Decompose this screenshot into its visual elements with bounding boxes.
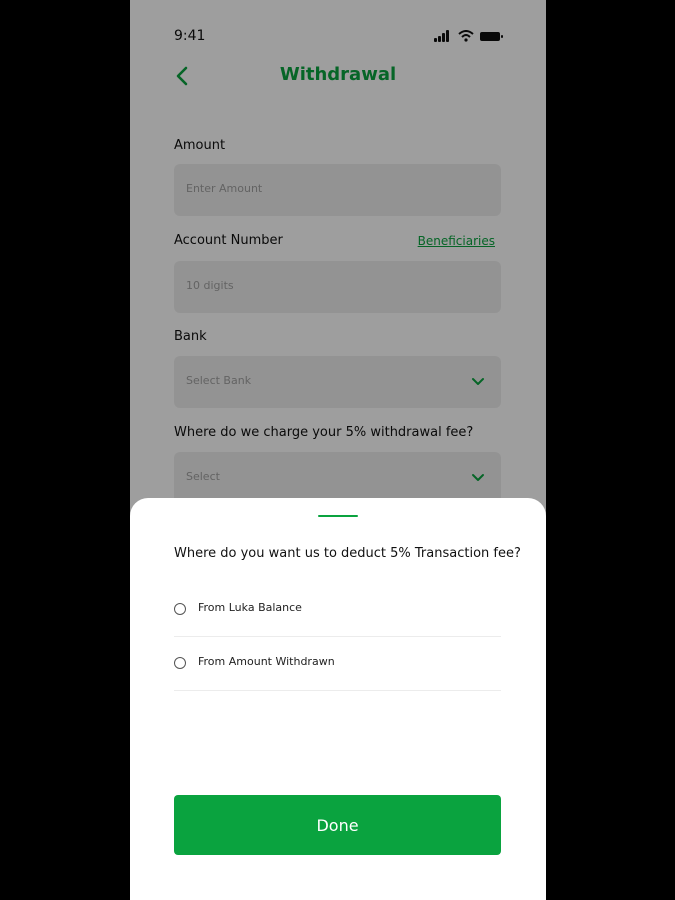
bottom-sheet: Where do you want us to deduct 5% Transa… (130, 498, 546, 900)
option-luka-balance[interactable]: From Luka Balance (174, 582, 501, 637)
option-label: From Luka Balance (198, 601, 302, 614)
sheet-handle[interactable] (318, 515, 358, 517)
option-amount-withdrawn[interactable]: From Amount Withdrawn (174, 636, 501, 691)
radio-button[interactable] (174, 657, 186, 669)
sheet-question: Where do you want us to deduct 5% Transa… (174, 546, 521, 561)
radio-button[interactable] (174, 603, 186, 615)
phone-screen: 9:41 Withdrawal Amount Enter Amount Acco… (130, 0, 546, 900)
done-button[interactable]: Done (174, 795, 501, 855)
option-label: From Amount Withdrawn (198, 655, 335, 668)
